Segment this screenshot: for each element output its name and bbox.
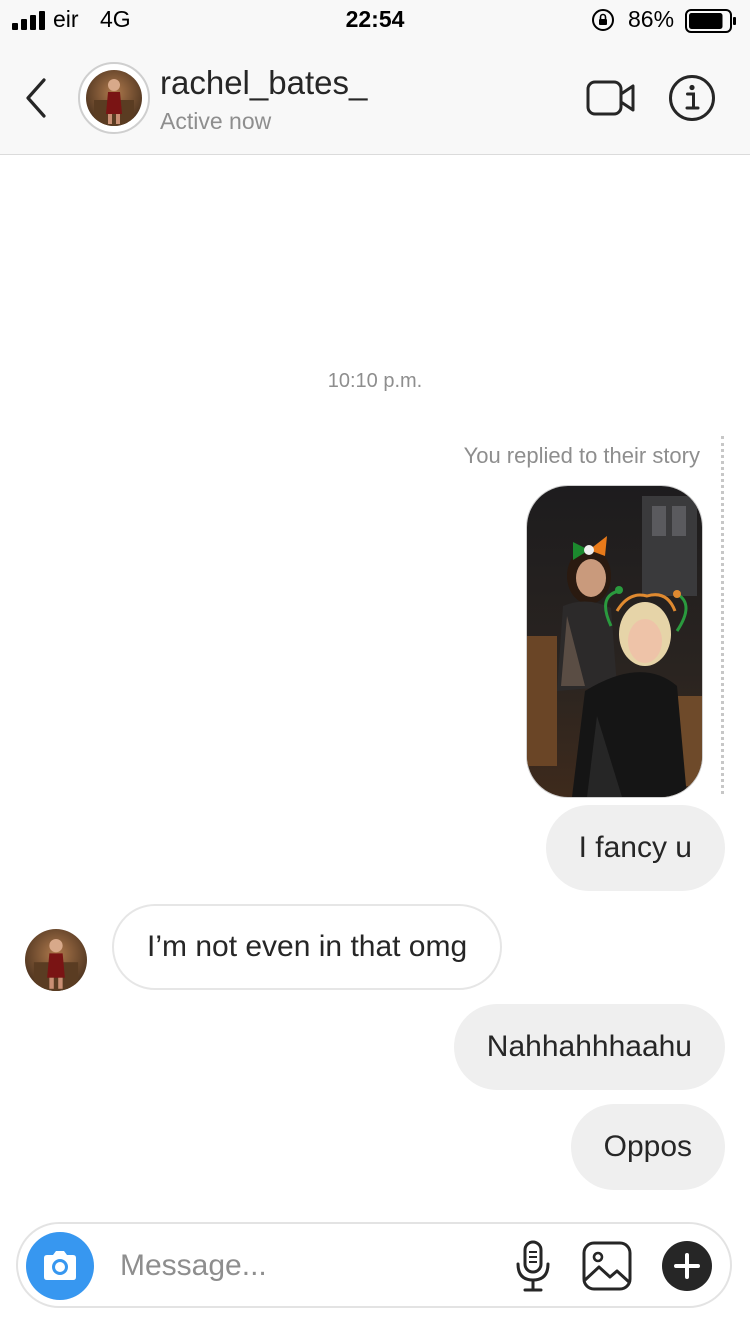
activity-status: Active now (160, 108, 272, 134)
camera-icon (44, 1251, 76, 1280)
avatar[interactable] (25, 929, 87, 991)
story-reply-divider (721, 436, 724, 794)
orientation-lock-icon (592, 9, 614, 31)
message-incoming[interactable]: I’m not even in that omg (112, 904, 503, 990)
thread-timestamp: 10:10 p.m. (327, 370, 423, 392)
profile-photo (86, 70, 142, 126)
video-camera-icon[interactable] (585, 78, 637, 118)
battery-percent: 86% (628, 6, 675, 32)
profile-photo (25, 929, 87, 991)
message-input[interactable] (120, 1240, 480, 1292)
microphone-icon[interactable] (513, 1240, 553, 1294)
camera-button[interactable] (26, 1232, 94, 1300)
story-photo (527, 486, 702, 797)
add-button[interactable] (662, 1241, 712, 1291)
message-outgoing[interactable]: I fancy u (545, 805, 725, 891)
gallery-icon[interactable] (581, 1240, 633, 1292)
status-bar: eir 4G 22:54 86% (0, 0, 750, 42)
info-icon[interactable] (668, 74, 716, 122)
message-outgoing[interactable]: Oppos (570, 1104, 725, 1190)
chat-header: rachel_bates_ Active now (0, 42, 750, 155)
message-outgoing[interactable]: Nahhahhhaahu (453, 1004, 725, 1090)
contact-username[interactable]: rachel_bates_ (160, 64, 367, 102)
story-thumbnail[interactable] (526, 485, 703, 798)
message-composer (16, 1222, 732, 1308)
plus-icon (674, 1253, 700, 1279)
story-reply-caption: You replied to their story (463, 443, 700, 468)
battery-icon (685, 9, 736, 33)
avatar[interactable] (78, 62, 150, 134)
back-chevron-icon[interactable] (18, 76, 54, 120)
